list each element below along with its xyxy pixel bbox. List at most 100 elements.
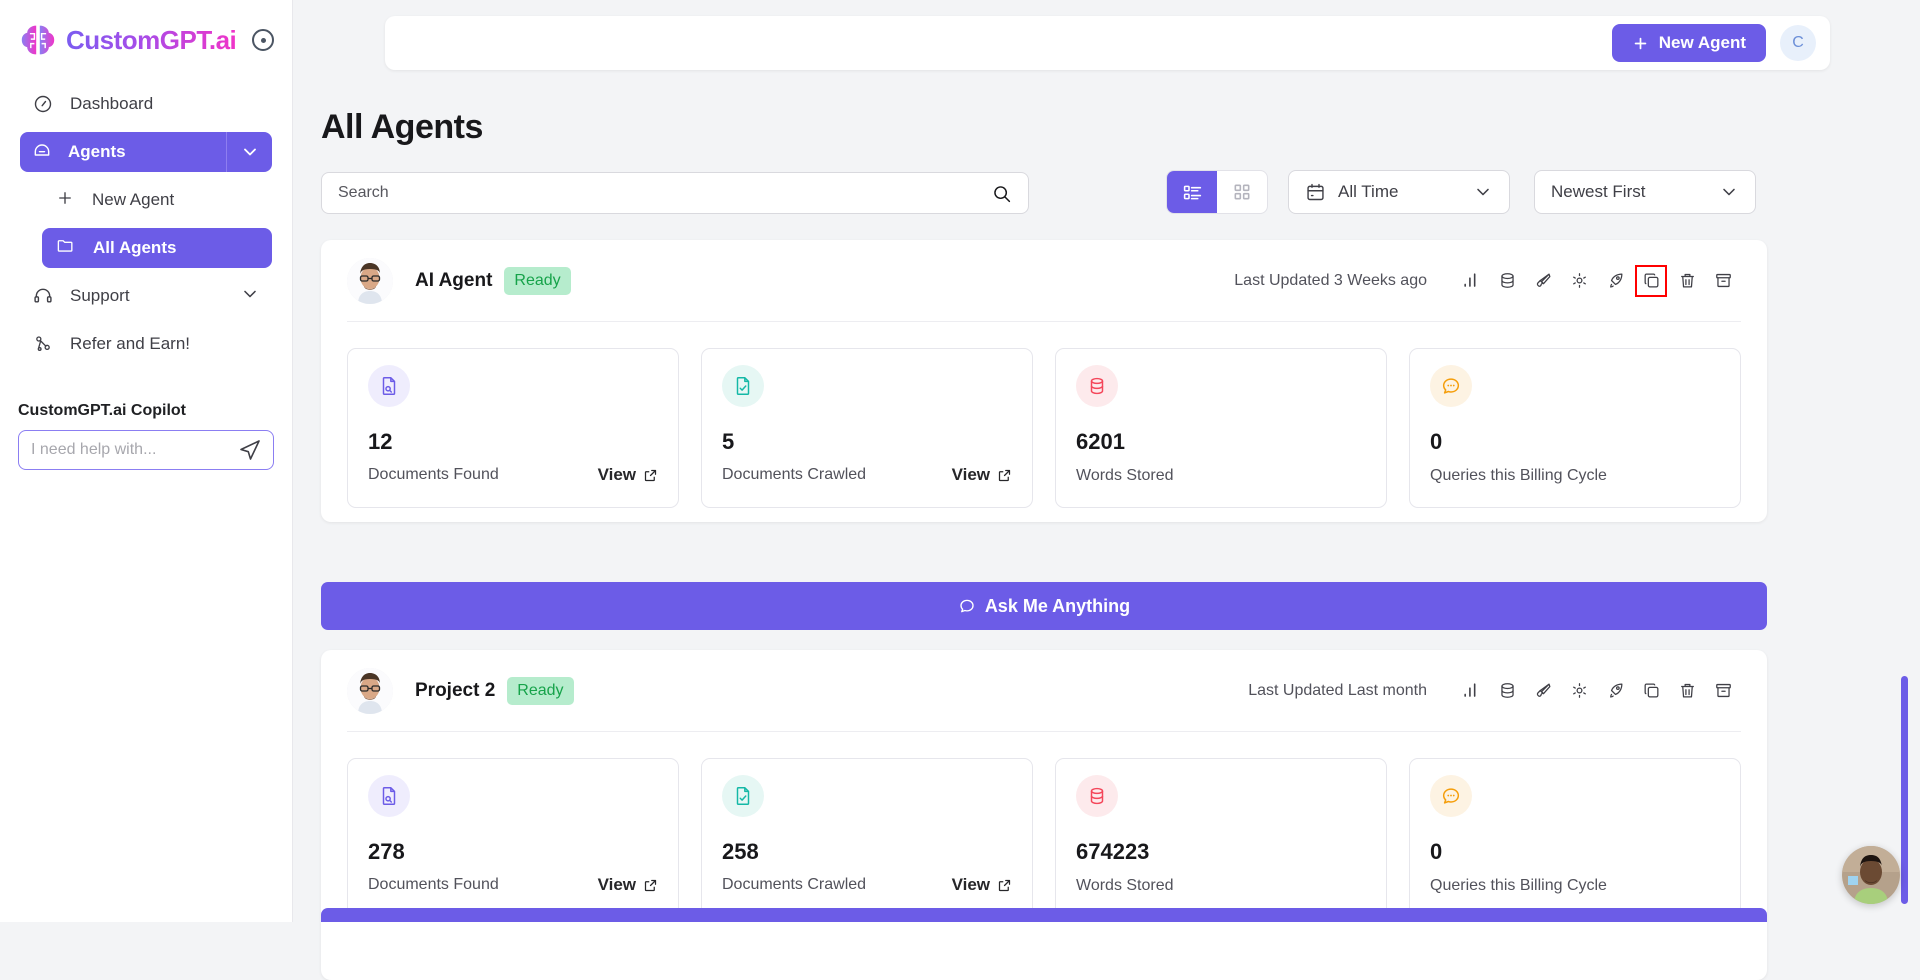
agent-stats: 12 Documents Found View [347,322,1741,508]
paint-brush-icon[interactable] [1531,679,1555,703]
sidebar: CustomGPT.ai Dashboard Agents [0,0,293,922]
send-paper-plane-icon[interactable] [238,438,262,462]
search-input[interactable] [338,184,991,202]
gear-settings-icon[interactable] [1567,679,1591,703]
copy-duplicate-icon[interactable] [1639,269,1663,293]
time-filter-dropdown[interactable]: All Time [1288,170,1510,214]
avatar[interactable]: C [1780,25,1816,61]
rocket-deploy-icon[interactable] [1603,269,1627,293]
sidebar-item-agents-row: Agents [20,132,272,172]
stat-card-documents-found: 278 Documents Found View [347,758,679,918]
sidebar-sub-label: All Agents [93,238,176,258]
dashboard-gauge-icon [32,93,54,115]
chat-bubble-icon [958,597,976,615]
sidebar-item-label: Refer and Earn! [70,334,190,354]
toolbar: All Time Newest First [321,172,1833,214]
chevron-down-icon [1473,182,1493,202]
sidebar-item-agents[interactable]: Agents [20,132,226,172]
analytics-bar-chart-icon[interactable] [1459,679,1483,703]
archive-icon[interactable] [1711,269,1735,293]
view-link[interactable]: View [598,875,658,895]
external-link-icon [997,878,1012,893]
avatar [347,258,393,304]
sort-filter-dropdown[interactable]: Newest First [1534,170,1756,214]
view-label: View [952,875,990,895]
database-icon[interactable] [1495,269,1519,293]
view-link[interactable]: View [598,465,658,485]
stat-card-words-stored: 674223 Words Stored [1055,758,1387,918]
external-link-icon [643,468,658,483]
sidebar-item-refer-and-earn[interactable]: Refer and Earn! [20,324,272,364]
copilot-title: CustomGPT.ai Copilot [18,402,292,420]
brand-name: CustomGPT.ai [66,25,236,56]
paint-brush-icon[interactable] [1531,269,1555,293]
top-bar: New Agent C [385,16,1830,70]
ask-me-anything-button[interactable]: Ask Me Anything [321,582,1767,630]
agent-card-header: AI Agent Ready Last Updated 3 Weeks ago [347,240,1741,322]
main-content: New Agent C All Agents [293,0,1920,922]
last-updated-text: Last Updated Last month [1248,682,1427,700]
support-agent-avatar[interactable] [1842,846,1900,904]
rocket-deploy-icon[interactable] [1603,679,1627,703]
stat-value: 0 [1430,839,1442,865]
database-icon[interactable] [1495,679,1519,703]
view-toggle [1166,170,1268,214]
gear-settings-icon[interactable] [1567,269,1591,293]
folder-icon [56,236,75,260]
avatar [347,668,393,714]
agent-name: Project 2 [415,680,495,702]
stat-card-words-stored: 6201 Words Stored [1055,348,1387,508]
stat-label: Words Stored [1076,877,1174,895]
external-link-icon [997,468,1012,483]
archive-icon[interactable] [1711,679,1735,703]
stat-value: 6201 [1076,429,1125,455]
scrollbar-thumb[interactable] [1901,676,1908,904]
plus-icon [1632,35,1649,52]
chevron-down-icon [1719,182,1739,202]
list-view-icon[interactable] [1167,171,1217,213]
copy-duplicate-icon[interactable] [1639,679,1663,703]
trash-delete-icon[interactable] [1675,679,1699,703]
ask-me-anything-button[interactable] [321,908,1767,922]
agent-stats: 278 Documents Found View [347,732,1741,918]
stat-label: Queries this Billing Cycle [1430,467,1607,485]
agent-name: AI Agent [415,270,492,292]
chevron-down-icon[interactable] [240,284,260,309]
sidebar-item-support[interactable]: Support [20,276,272,316]
sidebar-item-all-agents[interactable]: All Agents [42,228,272,268]
time-filter-label: All Time [1338,182,1461,202]
grid-view-icon[interactable] [1217,171,1267,213]
view-link[interactable]: View [952,465,1012,485]
status-badge: Ready [507,677,573,705]
ask-me-anything-label: Ask Me Anything [985,596,1130,617]
document-check-icon [722,775,764,817]
stat-card-queries: 0 Queries this Billing Cycle [1409,348,1741,508]
sidebar-item-new-agent[interactable]: New Agent [42,180,272,220]
copilot-input-wrap[interactable] [18,430,274,470]
agent-card-header: Project 2 Ready Last Updated Last month [347,650,1741,732]
trash-delete-icon[interactable] [1675,269,1699,293]
new-agent-button[interactable]: New Agent [1612,24,1766,62]
chat-dots-icon [1430,365,1472,407]
sidebar-item-label: Dashboard [70,94,153,114]
document-search-icon [368,775,410,817]
stat-card-documents-crawled: 258 Documents Crawled View [701,758,1033,918]
brain-logo-icon [18,22,58,58]
copilot-input[interactable] [31,441,238,459]
search-icon[interactable] [991,183,1012,204]
page-title: All Agents [321,108,483,147]
collapse-circle-icon[interactable] [252,29,274,51]
view-link[interactable]: View [952,875,1012,895]
stat-label: Queries this Billing Cycle [1430,877,1607,895]
database-stack-icon [1076,365,1118,407]
plus-icon [56,189,74,212]
view-label: View [598,875,636,895]
search-input-wrap[interactable] [321,172,1029,214]
stat-value: 12 [368,429,392,455]
sort-filter-label: Newest First [1551,182,1707,202]
headset-icon [32,285,54,307]
sidebar-item-dashboard[interactable]: Dashboard [20,84,272,124]
chevron-down-icon[interactable] [226,132,272,172]
analytics-bar-chart-icon[interactable] [1459,269,1483,293]
agent-actions: Last Updated 3 Weeks ago [1234,269,1741,293]
